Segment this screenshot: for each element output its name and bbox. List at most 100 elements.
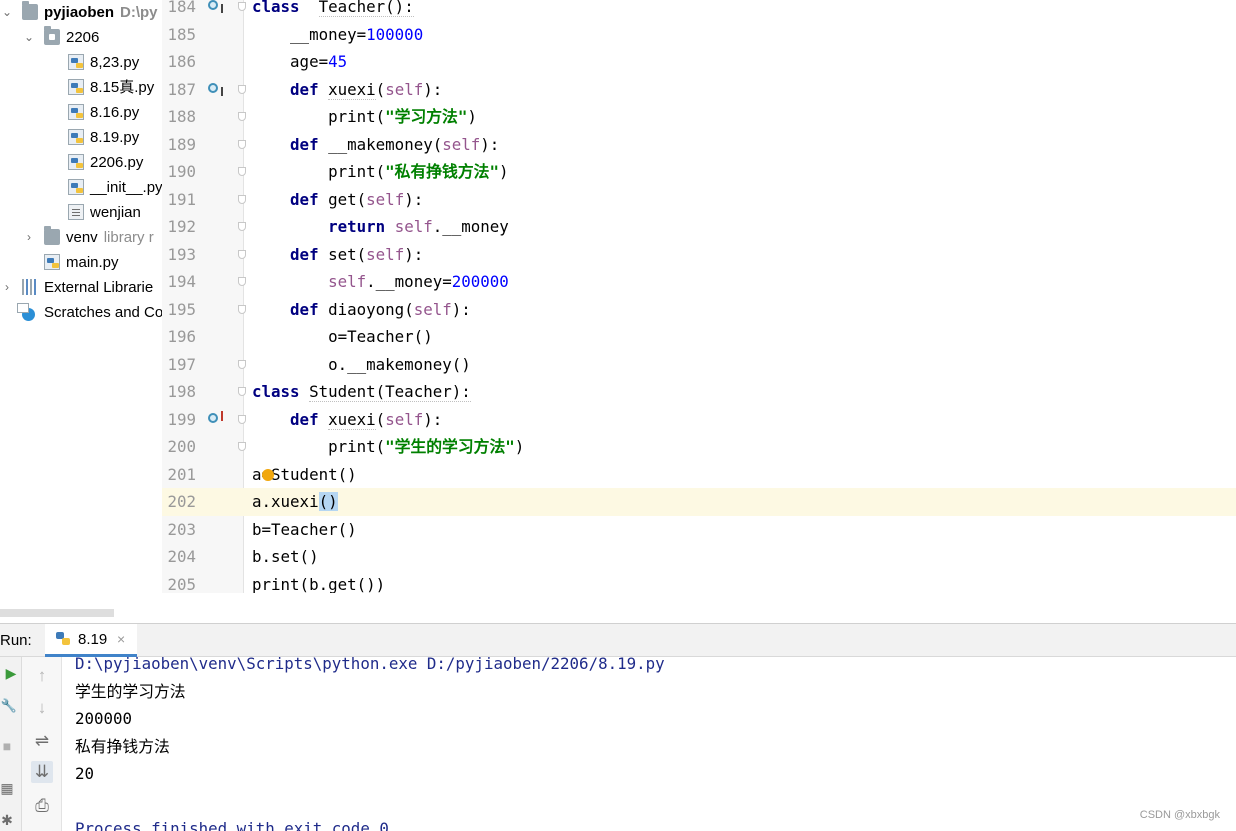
- tree-item-venv[interactable]: › venv library r: [0, 225, 162, 250]
- code-line[interactable]: 191 def get(self):: [162, 186, 1236, 214]
- code-token: self: [385, 409, 424, 429]
- fold-marker-icon[interactable]: [238, 2, 246, 11]
- fold-marker-icon[interactable]: [238, 222, 246, 231]
- line-number: 191: [167, 189, 196, 209]
- tree-item-2206[interactable]: ⌄ 2206: [0, 25, 162, 50]
- implemented-marker-icon[interactable]: [208, 0, 223, 13]
- code-line[interactable]: 204 b.set(): [162, 543, 1236, 571]
- tree-item-init-py[interactable]: __init__.py: [0, 175, 162, 200]
- fold-marker-icon[interactable]: [238, 359, 246, 369]
- package-icon: [44, 26, 60, 45]
- tree-item-wenjian[interactable]: wenjian: [0, 200, 162, 225]
- tree-item-external-librarie[interactable]: › External Librarie: [0, 275, 162, 300]
- tree-item-8-15-py[interactable]: 8.15真.py: [0, 75, 162, 100]
- code-text: b=Teacher(): [252, 516, 357, 544]
- code-token: ): [498, 162, 509, 181]
- run-panel-header: Run: 8.19 ×: [0, 623, 1236, 657]
- layout-icon[interactable]: ▦: [0, 777, 18, 799]
- code-token: print(: [252, 437, 386, 456]
- tree-item-8-23-py[interactable]: 8,23.py: [0, 50, 162, 75]
- line-number: 203: [167, 519, 196, 539]
- fold-marker-icon[interactable]: [238, 139, 246, 149]
- line-number: 199: [167, 409, 196, 429]
- fold-marker-icon[interactable]: [238, 84, 246, 94]
- fold-marker-icon[interactable]: [238, 304, 246, 314]
- tree-item-2206-py[interactable]: 2206.py: [0, 150, 162, 175]
- code-line[interactable]: 192 return self.__money: [162, 213, 1236, 241]
- code-line[interactable]: 187 def xuexi(self):: [162, 76, 1236, 104]
- run-tab-label: 8.19: [78, 631, 108, 648]
- wrench-icon[interactable]: 🔧: [0, 695, 20, 717]
- fold-marker-icon[interactable]: [238, 194, 246, 204]
- intention-bulb-icon[interactable]: [262, 468, 274, 481]
- line-number: 195: [167, 299, 196, 319]
- arrow-up-icon[interactable]: ↑: [31, 665, 53, 687]
- chevron-down-icon[interactable]: ⌄: [22, 25, 36, 50]
- code-editor[interactable]: 184 class Teacher(): 185 __money=100000 186…: [162, 0, 1236, 593]
- console-output-line: 200000: [75, 709, 133, 728]
- code-line[interactable]: 199 def xuexi(self):: [162, 406, 1236, 434]
- tree-item-main-py[interactable]: main.py: [0, 250, 162, 275]
- tree-item-8-19-py[interactable]: 8.19.py: [0, 125, 162, 150]
- code-token: print(b.get()): [252, 574, 386, 594]
- overrides-marker-icon[interactable]: [208, 410, 223, 423]
- tree-item-scratches-and-co[interactable]: Scratches and Co: [0, 300, 162, 325]
- print-icon[interactable]: ⎙: [31, 795, 53, 817]
- code-line[interactable]: 198 class Student(Teacher):: [162, 378, 1236, 406]
- fold-marker-icon[interactable]: [238, 414, 246, 424]
- code-line[interactable]: 189 def __makemoney(self):: [162, 131, 1236, 159]
- code-line[interactable]: 185 __money=100000: [162, 21, 1236, 49]
- code-line[interactable]: 193 def set(self):: [162, 241, 1236, 269]
- tree-item-pyjiaoben[interactable]: ⌄ pyjiaoben D:\py: [0, 0, 162, 25]
- run-tab-8-19[interactable]: 8.19 ×: [45, 624, 137, 657]
- stop-icon[interactable]: ■: [0, 735, 18, 757]
- implemented-marker-icon[interactable]: [208, 82, 223, 96]
- fold-marker-icon[interactable]: [238, 277, 246, 286]
- scroll-to-end-icon[interactable]: ⇊: [31, 761, 53, 783]
- code-token: __money=: [252, 24, 367, 44]
- soft-wrap-icon[interactable]: ⇌: [31, 730, 53, 752]
- code-token: return: [328, 217, 386, 236]
- arrow-down-icon[interactable]: ↓: [31, 697, 53, 719]
- code-token: (: [375, 79, 386, 99]
- fold-marker-icon[interactable]: [238, 167, 246, 176]
- code-line[interactable]: 201 a=Student(): [162, 461, 1236, 489]
- line-number: 198: [167, 382, 196, 401]
- code-line[interactable]: 203 b=Teacher(): [162, 516, 1236, 544]
- fold-marker-icon[interactable]: [238, 387, 246, 396]
- run-console-toolbar: ↑ ↓ ⇌ ⇊ ⎙: [22, 657, 62, 831]
- code-line[interactable]: 205 print(b.get()): [162, 571, 1236, 594]
- chevron-right-icon[interactable]: ›: [0, 275, 14, 300]
- tree-item-8-16-py[interactable]: 8.16.py: [0, 100, 162, 125]
- line-number: 193: [167, 244, 196, 264]
- code-line[interactable]: 195 def diaoyong(self):: [162, 296, 1236, 324]
- code-line[interactable]: 200 print("学生的学习方法"): [162, 433, 1236, 461]
- tree-item-label: 8.16.py: [90, 104, 140, 121]
- project-tree-scrollbar[interactable]: [0, 609, 114, 617]
- chevron-down-icon[interactable]: ⌄: [0, 0, 14, 25]
- line-number: 186: [167, 52, 196, 71]
- line-number: 184: [167, 0, 196, 16]
- tree-item-label: 8,23.py: [90, 54, 140, 71]
- rerun-icon[interactable]: ▶: [0, 662, 22, 684]
- chevron-right-icon[interactable]: ›: [22, 225, 36, 250]
- code-token: class: [252, 0, 300, 16]
- code-line[interactable]: 194 self.__money=200000: [162, 268, 1236, 296]
- fold-marker-icon[interactable]: [238, 112, 246, 121]
- code-line[interactable]: 190 print("私有挣钱方法"): [162, 158, 1236, 186]
- fold-marker-icon[interactable]: [238, 249, 246, 259]
- code-line[interactable]: 184 class Teacher():: [162, 0, 1236, 21]
- code-line-current[interactable]: 202 a.xuexi(): [162, 488, 1236, 516]
- close-icon[interactable]: ×: [117, 631, 125, 647]
- code-line[interactable]: 186 age=45: [162, 48, 1236, 76]
- pin-icon[interactable]: ✱: [0, 809, 18, 831]
- code-line[interactable]: 188 print("学习方法"): [162, 103, 1236, 131]
- code-text: print(b.get()): [252, 571, 385, 594]
- fold-marker-icon[interactable]: [238, 442, 246, 451]
- run-console-output[interactable]: D:\pyjiaoben\venv\Scripts\python.exe D:/…: [62, 657, 1236, 831]
- code-line[interactable]: 196 o=Teacher(): [162, 323, 1236, 351]
- code-line[interactable]: 197 o.__makemoney(): [162, 351, 1236, 379]
